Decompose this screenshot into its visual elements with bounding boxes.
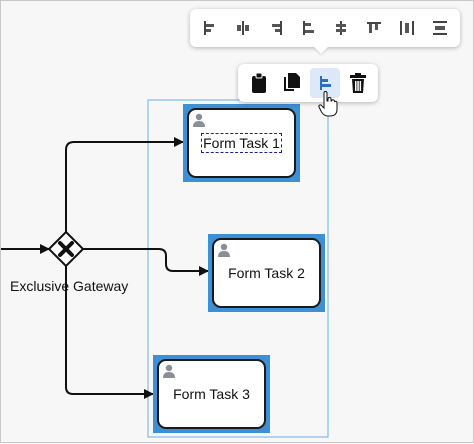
gateway-label: Exclusive Gateway [10,278,129,294]
task-label-3: Form Task 3 [173,386,250,402]
distribute-horizontal-icon [399,21,414,35]
task-label-2: Form Task 2 [228,265,305,281]
copy-icon [283,73,300,91]
align-center-button[interactable] [228,13,258,43]
flow-to-task-1[interactable] [65,137,184,232]
align-left-icon [204,21,215,35]
exclusive-gateway[interactable] [47,230,85,268]
paste-button[interactable] [244,68,274,98]
distribute-vertical-button[interactable] [425,13,455,43]
task-label-editor[interactable]: Form Task 1 [201,133,282,153]
task-label-1[interactable]: Form Task 1 [189,133,294,153]
align-top-button[interactable] [359,13,389,43]
clipboard-icon [251,72,266,93]
align-left-button[interactable] [195,13,225,43]
distribute-vertical-icon [432,21,447,35]
flow-to-task-2[interactable] [83,248,209,276]
delete-button[interactable] [343,68,373,98]
form-task-2[interactable]: Form Task 2 [208,234,325,312]
copy-button[interactable] [277,68,307,98]
align-middle-button[interactable] [326,13,356,43]
align-center-icon [237,21,250,35]
user-task-icon [163,364,175,378]
hand-cursor-icon [318,91,338,117]
align-toolbar [190,9,460,47]
context-toolbar [238,64,378,102]
align-middle-icon [336,21,347,35]
user-task-icon [218,243,230,257]
align-left-edges-icon [302,21,314,35]
trash-icon [349,73,366,93]
align-top-icon [367,22,382,33]
align-right-button[interactable] [261,13,291,43]
form-task-1[interactable]: Form Task 1 [183,104,300,182]
user-task-icon [193,113,205,127]
distribute-horizontal-button[interactable] [392,13,422,43]
align-left-edges-button[interactable] [294,13,324,43]
align-right-icon [271,21,282,35]
align-menu-icon [319,76,331,90]
form-task-3[interactable]: Form Task 3 [153,355,270,433]
